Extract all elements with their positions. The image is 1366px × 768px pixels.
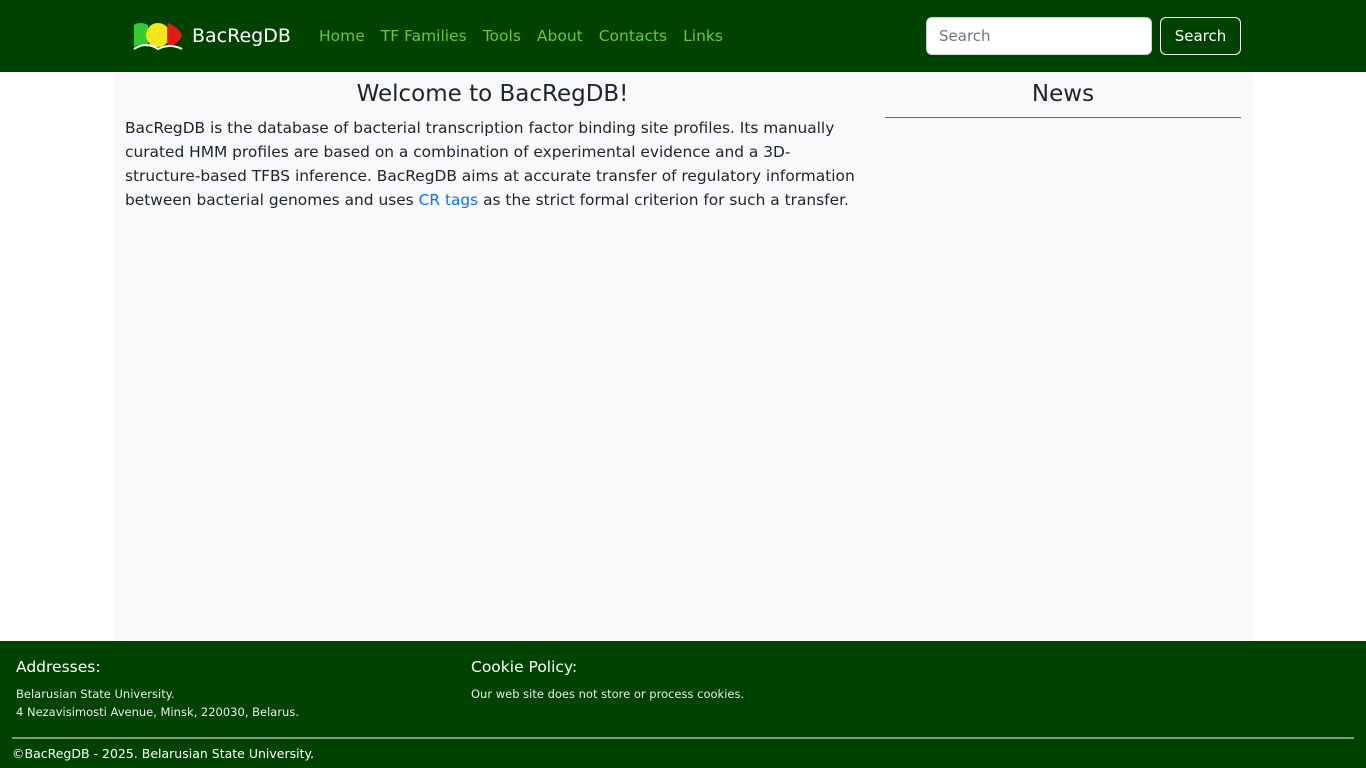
footer-divider: [12, 737, 1354, 739]
cr-tags-link[interactable]: CR tags: [419, 191, 479, 209]
bacregdb-logo-icon: [132, 19, 184, 53]
nav-links[interactable]: Links: [675, 27, 731, 45]
nav-home[interactable]: Home: [311, 27, 373, 45]
brand-name: BacRegDB: [192, 25, 291, 47]
nav-tools[interactable]: Tools: [475, 27, 529, 45]
nav-tf-families[interactable]: TF Families: [373, 27, 475, 45]
news-divider: [885, 117, 1241, 118]
search-input[interactable]: [926, 17, 1152, 55]
copyright: ©BacRegDB - 2025. Belarusian State Unive…: [12, 746, 315, 761]
brand-link[interactable]: BacRegDB: [132, 19, 291, 53]
page-title: Welcome to BacRegDB!: [356, 81, 629, 107]
search-button[interactable]: Search: [1160, 17, 1241, 55]
cookie-policy-text: Our web site does not store or process c…: [471, 687, 745, 701]
nav-about[interactable]: About: [529, 27, 591, 45]
navbar: BacRegDB Home TF Families Tools About Co…: [0, 0, 1366, 72]
cookie-policy-heading: Cookie Policy:: [471, 658, 578, 676]
addresses-heading: Addresses:: [16, 658, 101, 676]
address-line-1: Belarusian State University.: [16, 687, 175, 701]
address-line-2: 4 Nezavisimosti Avenue, Minsk, 220030, B…: [16, 705, 299, 719]
main-content: Welcome to BacRegDB! BacRegDB is the dat…: [113, 72, 1253, 641]
news-title: News: [1031, 81, 1095, 107]
intro-text-end: as the strict formal criterion for such …: [478, 191, 849, 209]
main-nav: Home TF Families Tools About Contacts Li…: [311, 0, 731, 72]
footer: Addresses: Belarusian State University. …: [0, 641, 1366, 768]
nav-contacts[interactable]: Contacts: [591, 27, 675, 45]
intro-paragraph: BacRegDB is the database of bacterial tr…: [125, 116, 860, 212]
